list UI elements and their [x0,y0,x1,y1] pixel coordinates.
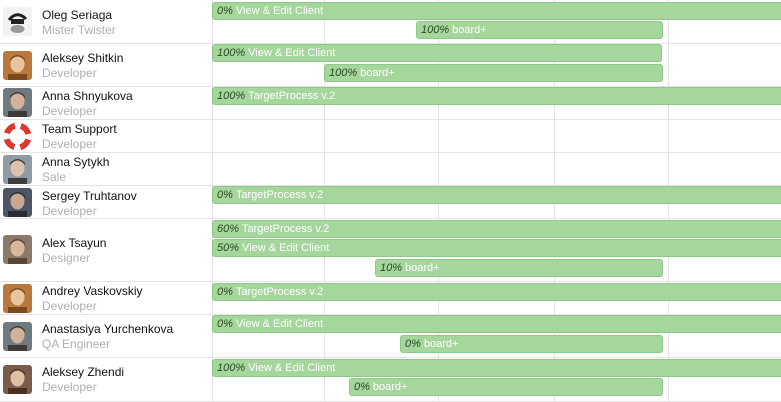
project-title: View & Edit Client [235,318,324,330]
avatar-photo-icon [3,188,32,217]
avatar-photo-icon [3,365,32,394]
assignment-bar[interactable]: 50% View & Edit Client [212,239,781,257]
progress-percent: 0% [217,318,233,330]
assignment-bar[interactable]: 100% board+ [416,21,663,39]
project-title: View & Edit Client [248,362,336,374]
person-role: QA Engineer [42,337,111,351]
avatar-photo-icon [3,235,32,264]
project-title: board+ [372,381,408,393]
person-name[interactable]: Team Support [42,122,117,136]
resource-timeline: Oleg Seriaga Mister Twister 0% View & Edit … [0,0,781,402]
assignment-bar[interactable]: 0% board+ [349,378,663,396]
person-name[interactable]: Oleg Seriaga [42,8,112,22]
project-title: View & Edit Client [248,47,336,59]
person-name[interactable]: Aleksey Zhendi [42,365,124,379]
progress-percent: 0% [217,286,233,298]
progress-percent: 100% [329,67,358,79]
progress-percent: 0% [405,338,421,350]
person-role: Developer [42,137,97,151]
progress-percent: 0% [217,5,233,17]
avatar-photo-icon [3,284,32,313]
person-name[interactable]: Alex Tsayun [42,236,106,250]
assignment-bar[interactable]: 0% TargetProcess v.2 [212,186,781,204]
person-name[interactable]: Sergey Truhtanov [42,189,137,203]
project-title: board+ [405,262,440,274]
assignment-bar[interactable]: 0% View & Edit Client [212,2,781,20]
avatar-sketch-icon [3,7,32,36]
assignment-bar[interactable]: 100% TargetProcess v.2 [212,87,781,105]
person-name[interactable]: Andrey Vaskovskiy [42,284,142,298]
person-name[interactable]: Aleksey Shitkin [42,51,123,65]
avatar-photo-icon [3,51,32,80]
assignment-bar[interactable]: 0% View & Edit Client [212,315,781,333]
assignment-bar[interactable]: 100% board+ [324,64,663,82]
person-role: Developer [42,66,97,80]
project-title: board+ [423,338,459,350]
assignment-bar[interactable]: 100% View & Edit Client [212,359,781,377]
progress-percent: 10% [380,262,403,274]
person-role: Developer [42,104,97,118]
progress-percent: 100% [217,362,246,374]
progress-percent: 100% [217,90,246,102]
avatar-photo-icon [3,155,32,184]
project-title: TargetProcess v.2 [242,223,330,235]
project-title: board+ [452,24,487,36]
project-title: TargetProcess v.2 [235,286,324,298]
person-name[interactable]: Anna Sytykh [42,155,109,169]
person-role: Sale [42,170,67,184]
person-role: Developer [42,204,97,218]
person-name[interactable]: Anastasiya Yurchenkova [42,322,173,336]
avatar-photo-icon [3,88,32,117]
avatar-photo-icon [3,322,32,351]
project-title: TargetProcess v.2 [248,90,336,102]
progress-percent: 0% [217,189,233,201]
assignment-bar[interactable]: 0% board+ [400,335,663,353]
progress-percent: 60% [217,223,240,235]
project-title: board+ [360,67,395,79]
person-role: Mister Twister [42,23,116,37]
project-title: TargetProcess v.2 [235,189,324,201]
assignment-bar[interactable]: 60% TargetProcess v.2 [212,220,781,238]
progress-percent: 100% [217,47,246,59]
assignment-bar[interactable]: 0% TargetProcess v.2 [212,283,781,301]
progress-percent: 50% [217,242,240,254]
progress-percent: 100% [421,24,450,36]
lifebuoy-icon [3,122,32,151]
person-role: Developer [42,380,97,394]
project-title: View & Edit Client [242,242,330,254]
person-name[interactable]: Anna Shnyukova [42,89,133,103]
assignment-bar[interactable]: 10% board+ [375,259,663,277]
person-role: Designer [42,251,91,265]
person-row [0,153,781,186]
progress-percent: 0% [354,381,370,393]
person-role: Developer [42,299,97,313]
person-row [0,120,781,153]
assignment-bar[interactable]: 100% View & Edit Client [212,44,662,62]
project-title: View & Edit Client [235,5,324,17]
